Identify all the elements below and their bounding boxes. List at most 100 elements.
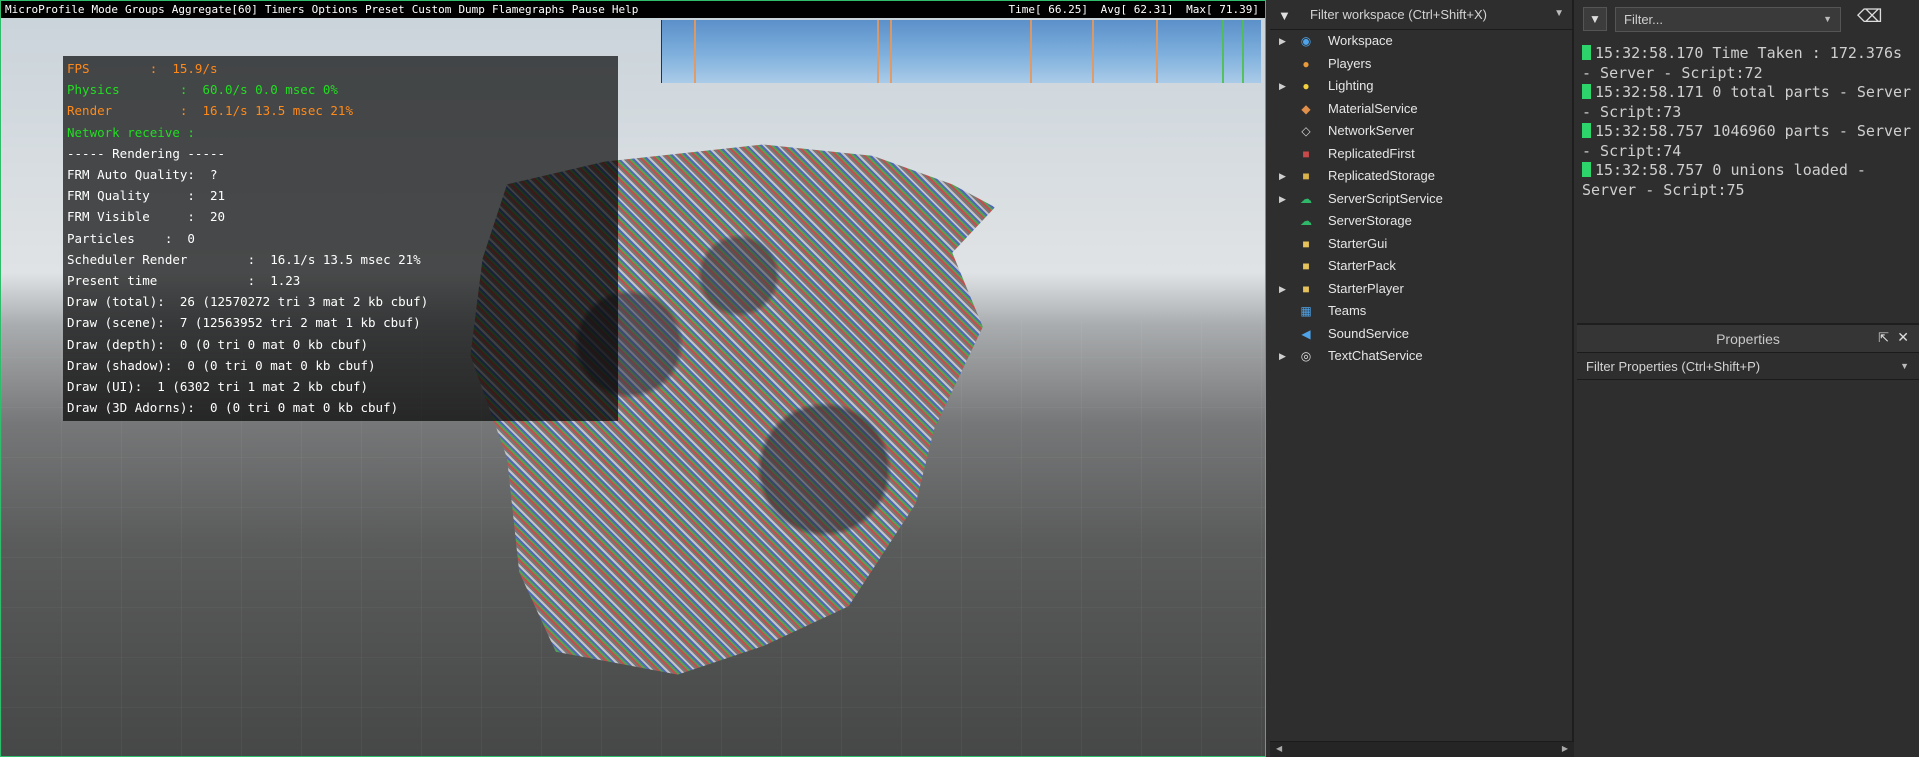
stats-line: Draw (shadow): 0 (0 tri 0 mat 0 kb cbuf) xyxy=(67,357,376,373)
tree-item-label: NetworkServer xyxy=(1328,123,1414,138)
chevron-down-icon[interactable]: ▼ xyxy=(1823,8,1832,31)
log-text: 15:32:58.757 0 unions loaded - Server - … xyxy=(1582,161,1866,199)
log-text: 15:32:58.757 1046960 parts - Server - Sc… xyxy=(1582,122,1912,160)
log-entry[interactable]: 15:32:58.170 Time Taken : 172.376s - Ser… xyxy=(1582,44,1912,83)
properties-panel: Properties ⇱ ✕ Filter Properties (Ctrl+S… xyxy=(1577,323,1919,757)
log-entry[interactable]: 15:32:58.757 1046960 parts - Server - Sc… xyxy=(1582,122,1912,161)
sound-icon: ◀ xyxy=(1301,326,1311,341)
replicated-storage-icon: ■ xyxy=(1302,169,1310,183)
stats-line: FRM Visible : 20 xyxy=(67,209,226,225)
server-script-icon: ☁ xyxy=(1300,191,1312,206)
close-icon[interactable]: ✕ xyxy=(1897,329,1909,346)
expand-arrow-icon[interactable]: ▶ xyxy=(1279,165,1286,188)
tree-item-replicatedstorage[interactable]: ▶ ■ ReplicatedStorage xyxy=(1270,165,1574,188)
starter-pack-icon: ■ xyxy=(1302,259,1310,273)
tree-item-workspace[interactable]: ▶ ◉ Workspace xyxy=(1270,30,1574,53)
chevron-down-icon[interactable]: ▼ xyxy=(1554,8,1564,19)
stats-line: FRM Auto Quality: ? xyxy=(67,167,218,183)
material-icon: ◆ xyxy=(1301,101,1311,116)
lightbulb-icon: ● xyxy=(1302,79,1310,93)
properties-filter-placeholder: Filter Properties (Ctrl+Shift+P) xyxy=(1586,359,1761,374)
scroll-right-icon[interactable]: ▶ xyxy=(1562,744,1568,753)
microprofile-menu-item[interactable]: Aggregate[60] xyxy=(172,3,258,16)
tree-item-label: Lighting xyxy=(1328,78,1374,93)
tree-item-label: Workspace xyxy=(1328,33,1393,48)
microprofile-menu-item[interactable]: Preset xyxy=(365,3,405,16)
output-toolbar: ▼ Filter... ▼ ⌫ xyxy=(1577,0,1919,38)
tree-item-starterplayer[interactable]: ▶ ■ StarterPlayer xyxy=(1270,278,1574,301)
tree-item-serverstorage[interactable]: ☁ ServerStorage xyxy=(1270,210,1574,233)
output-filter-placeholder: Filter... xyxy=(1624,12,1664,27)
timer-max: Max[ 71.39] xyxy=(1186,3,1259,16)
tree-item-replicatedfirst[interactable]: ■ ReplicatedFirst xyxy=(1270,143,1574,166)
tree-item-lighting[interactable]: ▶ ● Lighting xyxy=(1270,75,1574,98)
microprofile-menu-item[interactable]: Flamegraphs xyxy=(492,3,565,16)
chevron-down-icon[interactable]: ▼ xyxy=(1900,354,1909,379)
output-log: 15:32:58.170 Time Taken : 172.376s - Ser… xyxy=(1582,44,1912,200)
workspace-icon: ◉ xyxy=(1300,34,1312,48)
stats-line: Render : 16.1/s 13.5 msec 21% xyxy=(67,103,353,119)
log-marker xyxy=(1582,45,1591,60)
tree-item-materialservice[interactable]: ◆ MaterialService xyxy=(1270,98,1574,121)
filter-funnel-icon[interactable]: ▼ xyxy=(1278,8,1291,23)
timer-time: Time[ 66.25] xyxy=(1008,3,1089,16)
stats-line: Present time : 1.23 xyxy=(67,273,301,289)
tree-item-startergui[interactable]: ■ StarterGui xyxy=(1270,233,1574,256)
scroll-left-icon[interactable]: ◀ xyxy=(1276,744,1282,753)
expand-arrow-icon[interactable]: ▶ xyxy=(1279,30,1286,53)
log-entry[interactable]: 15:32:58.171 0 total parts - Server - Sc… xyxy=(1582,83,1912,122)
output-filter-funnel-icon[interactable]: ▼ xyxy=(1583,7,1607,31)
tree-item-players[interactable]: ● Players xyxy=(1270,53,1574,76)
undock-icon[interactable]: ⇱ xyxy=(1878,330,1889,346)
microprofile-menu: MicroProfile Mode Groups Aggregate[60] Timer… xyxy=(5,1,645,18)
microprofile-menu-item[interactable]: Groups xyxy=(125,3,165,16)
explorer-filter[interactable]: ▼ Filter workspace (Ctrl+Shift+X) ▼ xyxy=(1270,0,1574,30)
output-filter-input[interactable]: Filter... ▼ xyxy=(1615,7,1841,32)
microprofile-menu-item[interactable]: Custom xyxy=(412,3,452,16)
microprofile-menu-item[interactable]: MicroProfile xyxy=(5,3,84,16)
clear-output-broom-icon[interactable]: ⌫ xyxy=(1857,6,1882,27)
properties-filter-input[interactable]: Filter Properties (Ctrl+Shift+P) ▼ xyxy=(1577,354,1919,380)
microprofile-menu-item[interactable]: Timers xyxy=(265,3,305,16)
game-viewport[interactable]: MicroProfile Mode Groups Aggregate[60] Timer… xyxy=(0,0,1266,757)
stats-line: FPS : 15.9/s xyxy=(67,61,218,76)
stats-line: Draw (scene): 7 (12563952 tri 2 mat 1 kb… xyxy=(67,315,421,331)
expand-arrow-icon[interactable]: ▶ xyxy=(1279,278,1286,301)
tree-item-serverscriptservice[interactable]: ▶ ☁ ServerScriptService xyxy=(1270,188,1574,211)
tree-item-label: TextChatService xyxy=(1328,348,1423,363)
stats-line: ----- Rendering ----- xyxy=(67,145,226,161)
stats-line: Draw (total): 26 (12570272 tri 3 mat 2 k… xyxy=(67,294,429,310)
tree-item-textchatservice[interactable]: ▶ ◎ TextChatService xyxy=(1270,345,1574,368)
starter-player-icon: ■ xyxy=(1302,281,1310,296)
stats-line: Draw (depth): 0 (0 tri 0 mat 0 kb cbuf) xyxy=(67,336,369,352)
tree-item-soundservice[interactable]: ◀ SoundService xyxy=(1270,323,1574,346)
expand-arrow-icon[interactable]: ▶ xyxy=(1279,188,1286,211)
microprofile-timers: Time[ 66.25] Avg[ 62.31] Max[ 71.39] xyxy=(1003,1,1259,18)
explorer-filter-input[interactable]: Filter workspace (Ctrl+Shift+X) xyxy=(1310,7,1487,22)
stats-line: Draw (3D Adorns): 0 (0 tri 0 mat 0 kb cb… xyxy=(67,400,399,416)
microprofile-menu-item[interactable]: Options xyxy=(312,3,358,16)
network-icon: ◇ xyxy=(1301,124,1311,138)
tree-item-starterpack[interactable]: ■ StarterPack xyxy=(1270,255,1574,278)
starter-gui-icon: ■ xyxy=(1302,236,1310,251)
server-storage-icon: ☁ xyxy=(1300,214,1312,228)
microprofile-menu-item[interactable]: Pause xyxy=(572,3,605,16)
microprofile-menu-item[interactable]: Dump xyxy=(458,3,485,16)
log-text: 15:32:58.170 Time Taken : 172.376s - Ser… xyxy=(1582,44,1903,82)
log-entry[interactable]: 15:32:58.757 0 unions loaded - Server - … xyxy=(1582,161,1912,200)
explorer-tree: ▶ ◉ Workspace ● Players ▶ ● Lighting ◆ MaterialSe… xyxy=(1270,30,1574,368)
explorer-hscrollbar[interactable]: ◀ ▶ xyxy=(1270,741,1574,757)
microprofile-menu-item[interactable]: Help xyxy=(612,3,639,16)
output-panel: ▼ Filter... ▼ ⌫ 15:32:58.170 Time Taken … xyxy=(1577,0,1919,320)
tree-item-label: SoundService xyxy=(1328,325,1409,341)
stats-line: FRM Quality : 21 xyxy=(67,188,226,204)
teams-icon: ▦ xyxy=(1300,304,1312,318)
tree-item-teams[interactable]: ▦ Teams xyxy=(1270,300,1574,323)
microprofile-menu-item[interactable]: Mode xyxy=(91,3,118,16)
stats-line: Scheduler Render : 16.1/s 13.5 msec 21% xyxy=(67,251,421,267)
tree-item-networkserver[interactable]: ◇ NetworkServer xyxy=(1270,120,1574,143)
properties-header: Properties ⇱ ✕ xyxy=(1577,325,1919,353)
frame-time-graph[interactable] xyxy=(661,20,1261,83)
expand-arrow-icon[interactable]: ▶ xyxy=(1279,75,1286,98)
expand-arrow-icon[interactable]: ▶ xyxy=(1279,345,1286,368)
